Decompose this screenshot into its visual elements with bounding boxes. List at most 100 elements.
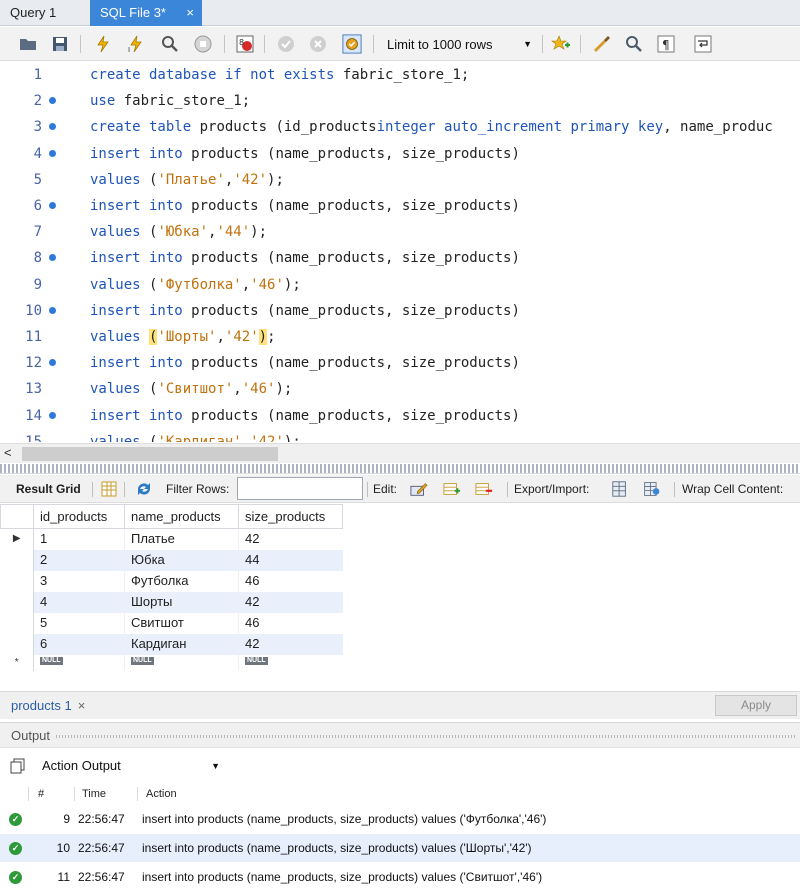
result-grid[interactable]: id_products name_products size_products … — [0, 504, 800, 690]
refresh-icon[interactable] — [135, 481, 153, 497]
autocommit-icon[interactable] — [342, 34, 362, 54]
table-row[interactable]: 2 Юбка 44 — [0, 549, 343, 571]
tab-query-1[interactable]: Query 1 — [0, 0, 82, 26]
scroll-left-icon[interactable]: < — [4, 445, 12, 460]
table-cell[interactable]: Шорты — [124, 591, 239, 613]
row-indicator[interactable] — [0, 591, 34, 613]
insert-row-icon[interactable] — [443, 481, 461, 497]
table-cell[interactable]: NULL — [33, 654, 125, 671]
commit-icon[interactable] — [276, 34, 296, 54]
table-cell[interactable]: Платье — [124, 528, 239, 550]
close-tab-icon[interactable]: × — [186, 0, 194, 26]
table-cell[interactable]: 2 — [33, 549, 125, 571]
table-row[interactable]: ▶ 1 Платье 42 — [0, 528, 343, 550]
table-row[interactable]: 6 Кардиган 42 — [0, 633, 343, 655]
code-line[interactable]: 9 values ('Футболка','46'); — [0, 272, 800, 298]
code-line[interactable]: 15 values ('Кардиган','42'); — [0, 429, 800, 442]
beautify-icon[interactable] — [591, 34, 611, 54]
wrap-lines-icon[interactable] — [693, 34, 713, 54]
save-icon[interactable] — [50, 34, 70, 54]
column-header-number[interactable]: # — [38, 783, 44, 805]
table-cell[interactable]: NULL — [238, 654, 343, 671]
code-line[interactable]: 7 values ('Юбка','44'); — [0, 219, 800, 245]
scrollbar-thumb[interactable] — [22, 447, 278, 461]
limit-rows-select[interactable]: Limit to 1000 rows ▼ — [382, 34, 538, 55]
code-line[interactable]: 1 create database if not exists fabric_st… — [0, 62, 800, 88]
invisible-chars-icon[interactable]: ¶ — [656, 34, 676, 54]
rollback-icon[interactable] — [308, 34, 328, 54]
table-row[interactable]: 3 Футболка 46 — [0, 570, 343, 592]
code-line[interactable]: 11 values ('Шорты','42'); — [0, 324, 800, 350]
table-cell[interactable]: 46 — [238, 612, 343, 634]
table-cell[interactable]: Юбка — [124, 549, 239, 571]
add-snippet-icon[interactable] — [551, 34, 571, 54]
table-cell[interactable]: NULL — [124, 654, 239, 671]
folder-open-icon[interactable] — [18, 34, 38, 54]
code-line[interactable]: 14 insert into products (name_products, s… — [0, 403, 800, 429]
column-header-id-products[interactable]: id_products — [33, 504, 125, 529]
export-icon[interactable] — [611, 481, 629, 497]
column-header-action[interactable]: Action — [146, 783, 177, 805]
code-line[interactable]: 3 create table products (id_productsinteg… — [0, 114, 800, 140]
column-header-time[interactable]: Time — [82, 783, 106, 805]
success-check-icon: ✓ — [9, 871, 22, 884]
column-header-size-products[interactable]: size_products — [238, 504, 343, 529]
tab-products-1[interactable]: products 1 × — [11, 692, 85, 720]
list-item[interactable]: ✓ 9 22:56:47 insert into products (name_pro… — [0, 805, 800, 833]
new-row[interactable]: * NULL NULL NULL — [0, 654, 343, 671]
execute-icon[interactable] — [93, 34, 113, 54]
execute-current-icon[interactable]: I — [126, 34, 146, 54]
table-cell[interactable]: 5 — [33, 612, 125, 634]
table-cell[interactable]: 42 — [238, 633, 343, 655]
output-header-grip[interactable] — [56, 735, 796, 738]
code-line[interactable]: 5 values ('Платье','42'); — [0, 167, 800, 193]
panel-splitter[interactable] — [0, 464, 800, 474]
code-line[interactable]: 8 insert into products (name_products, si… — [0, 245, 800, 271]
stop-icon[interactable] — [193, 34, 213, 54]
row-indicator-header — [0, 504, 34, 529]
tab-sql-file-3[interactable]: SQL File 3* × — [90, 0, 202, 26]
table-cell[interactable]: Футболка — [124, 570, 239, 592]
table-cell[interactable]: 46 — [238, 570, 343, 592]
table-cell[interactable]: Кардиган — [124, 633, 239, 655]
table-cell[interactable]: 6 — [33, 633, 125, 655]
row-indicator[interactable] — [0, 549, 34, 571]
import-icon[interactable] — [643, 481, 661, 497]
current-row-indicator-icon[interactable]: ▶ — [0, 528, 34, 550]
table-row[interactable]: 5 Свитшот 46 — [0, 612, 343, 634]
code-line[interactable]: 6 insert into products (name_products, si… — [0, 193, 800, 219]
edit-row-icon[interactable] — [410, 481, 428, 497]
code-line[interactable]: 2 use fabric_store_1; — [0, 88, 800, 114]
find-icon[interactable] — [624, 34, 644, 54]
list-item[interactable]: ✓ 10 22:56:47 insert into products (name_pr… — [0, 834, 800, 862]
table-cell[interactable]: 42 — [238, 591, 343, 613]
delete-row-icon[interactable] — [475, 481, 493, 497]
table-cell[interactable]: 42 — [238, 528, 343, 550]
editor-horizontal-scrollbar[interactable]: < — [0, 443, 800, 463]
table-cell[interactable]: Свитшот — [124, 612, 239, 634]
row-indicator[interactable] — [0, 570, 34, 592]
copy-icon[interactable] — [10, 758, 26, 774]
code-line[interactable]: 10 insert into products (name_products, s… — [0, 298, 800, 324]
grid-view-icon[interactable] — [100, 481, 118, 497]
code-line[interactable]: 13 values ('Свитшот','46'); — [0, 376, 800, 402]
close-result-tab-icon[interactable]: × — [78, 698, 86, 713]
code-line[interactable]: 4 insert into products (name_products, si… — [0, 141, 800, 167]
result-grid-label[interactable]: Result Grid — [16, 475, 81, 503]
list-item[interactable]: ✓ 11 22:56:47 insert into products (name_pr… — [0, 863, 800, 891]
apply-button[interactable]: Apply — [715, 695, 797, 716]
filter-rows-input[interactable] — [237, 477, 363, 500]
sql-code-editor[interactable]: 1 create database if not exists fabric_st… — [0, 62, 800, 442]
table-cell[interactable]: 44 — [238, 549, 343, 571]
code-line[interactable]: 12 insert into products (name_products, s… — [0, 350, 800, 376]
explain-icon[interactable] — [160, 34, 180, 54]
toggle-error-icon[interactable]: 8 — [235, 34, 255, 54]
row-indicator[interactable] — [0, 633, 34, 655]
table-cell[interactable]: 4 — [33, 591, 125, 613]
row-indicator[interactable] — [0, 612, 34, 634]
table-row[interactable]: 4 Шорты 42 — [0, 591, 343, 613]
output-type-select[interactable]: Action Output ▼ — [36, 755, 226, 777]
column-header-name-products[interactable]: name_products — [124, 504, 239, 529]
table-cell[interactable]: 3 — [33, 570, 125, 592]
table-cell[interactable]: 1 — [33, 528, 125, 550]
